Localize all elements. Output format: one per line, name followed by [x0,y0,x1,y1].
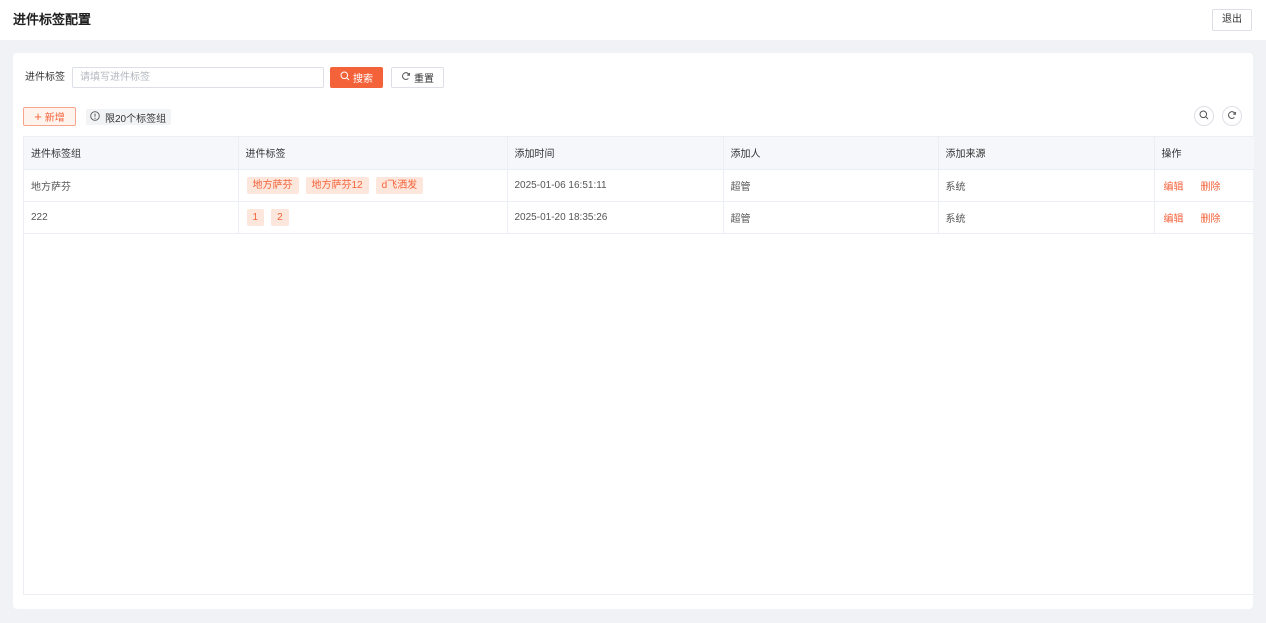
edit-link[interactable]: 编辑 [1164,182,1184,193]
reset-button[interactable]: 重置 [391,67,444,88]
table-row: 地方萨芬 地方萨芬 地方萨芬12 d飞洒发 2025-01-06 16:51:11 … [24,169,1254,202]
refresh-button[interactable] [1222,106,1242,126]
add-button-label: 新增 [44,113,65,124]
toggle-search-button[interactable] [1194,106,1214,126]
search-input[interactable] [72,67,324,88]
search-icon [340,71,350,84]
column-header-time: 添加时间 [507,137,724,170]
search-button-label: 搜索 [353,74,373,85]
info-icon [90,110,100,124]
limit-text: 限20个标签组 [105,113,167,125]
cell-group: 地方萨芬 [24,169,239,202]
data-table: 进件标签组 进件标签 添加时间 添加人 添加来源 操作 地方萨芬 地方萨芬 地方萨… [23,136,1254,595]
cell-tags: 地方萨芬 地方萨芬12 d飞洒发 [238,169,508,202]
add-button[interactable]: + 新增 [23,107,76,126]
column-header-actions: 操作 [1154,137,1254,170]
search-icon [1199,107,1209,125]
cell-creator: 超管 [723,201,939,234]
limit-notice: 限20个标签组 [86,109,172,125]
tag: 地方萨芬 [246,176,299,194]
cell-group: 222 [24,201,239,234]
cell-time: 2025-01-06 16:51:11 [507,169,724,202]
cell-source: 系统 [938,201,1155,234]
column-header-group: 进件标签组 [24,137,239,170]
cell-time: 2025-01-20 18:35:26 [507,201,724,234]
cell-source: 系统 [938,169,1155,202]
search-button[interactable]: 搜索 [330,67,383,88]
cell-actions: 编辑 删除 [1154,169,1254,202]
top-bar: 进件标签配置 退出 [0,0,1266,40]
table-row: 222 12 2025-01-20 18:35:26 超管 系统 编辑 删除 [24,201,1254,234]
content-card: 进件标签 搜索 重置 + 新增 限20个标签组 [13,53,1254,609]
cell-tags: 12 [238,201,508,234]
table-header-row: 进件标签组 进件标签 添加时间 添加人 添加来源 操作 [24,137,1254,170]
delete-link[interactable]: 删除 [1201,214,1221,225]
page-title: 进件标签配置 [13,12,92,27]
column-header-tags: 进件标签 [238,137,508,170]
tag: d飞洒发 [375,176,424,194]
reset-button-label: 重置 [414,74,434,85]
edit-link[interactable]: 编辑 [1164,214,1184,225]
column-header-source: 添加来源 [938,137,1155,170]
cell-creator: 超管 [723,169,939,202]
refresh-icon [401,71,411,84]
tag: 2 [271,208,289,226]
cell-actions: 编辑 删除 [1154,201,1254,234]
tag: 地方萨芬12 [305,176,369,194]
search-label: 进件标签 [25,72,65,83]
refresh-icon [1227,107,1237,125]
column-header-creator: 添加人 [723,137,939,170]
plus-icon: + [34,108,42,124]
logout-button[interactable]: 退出 [1212,9,1252,31]
delete-link[interactable]: 删除 [1201,182,1221,193]
tag: 1 [246,208,265,226]
